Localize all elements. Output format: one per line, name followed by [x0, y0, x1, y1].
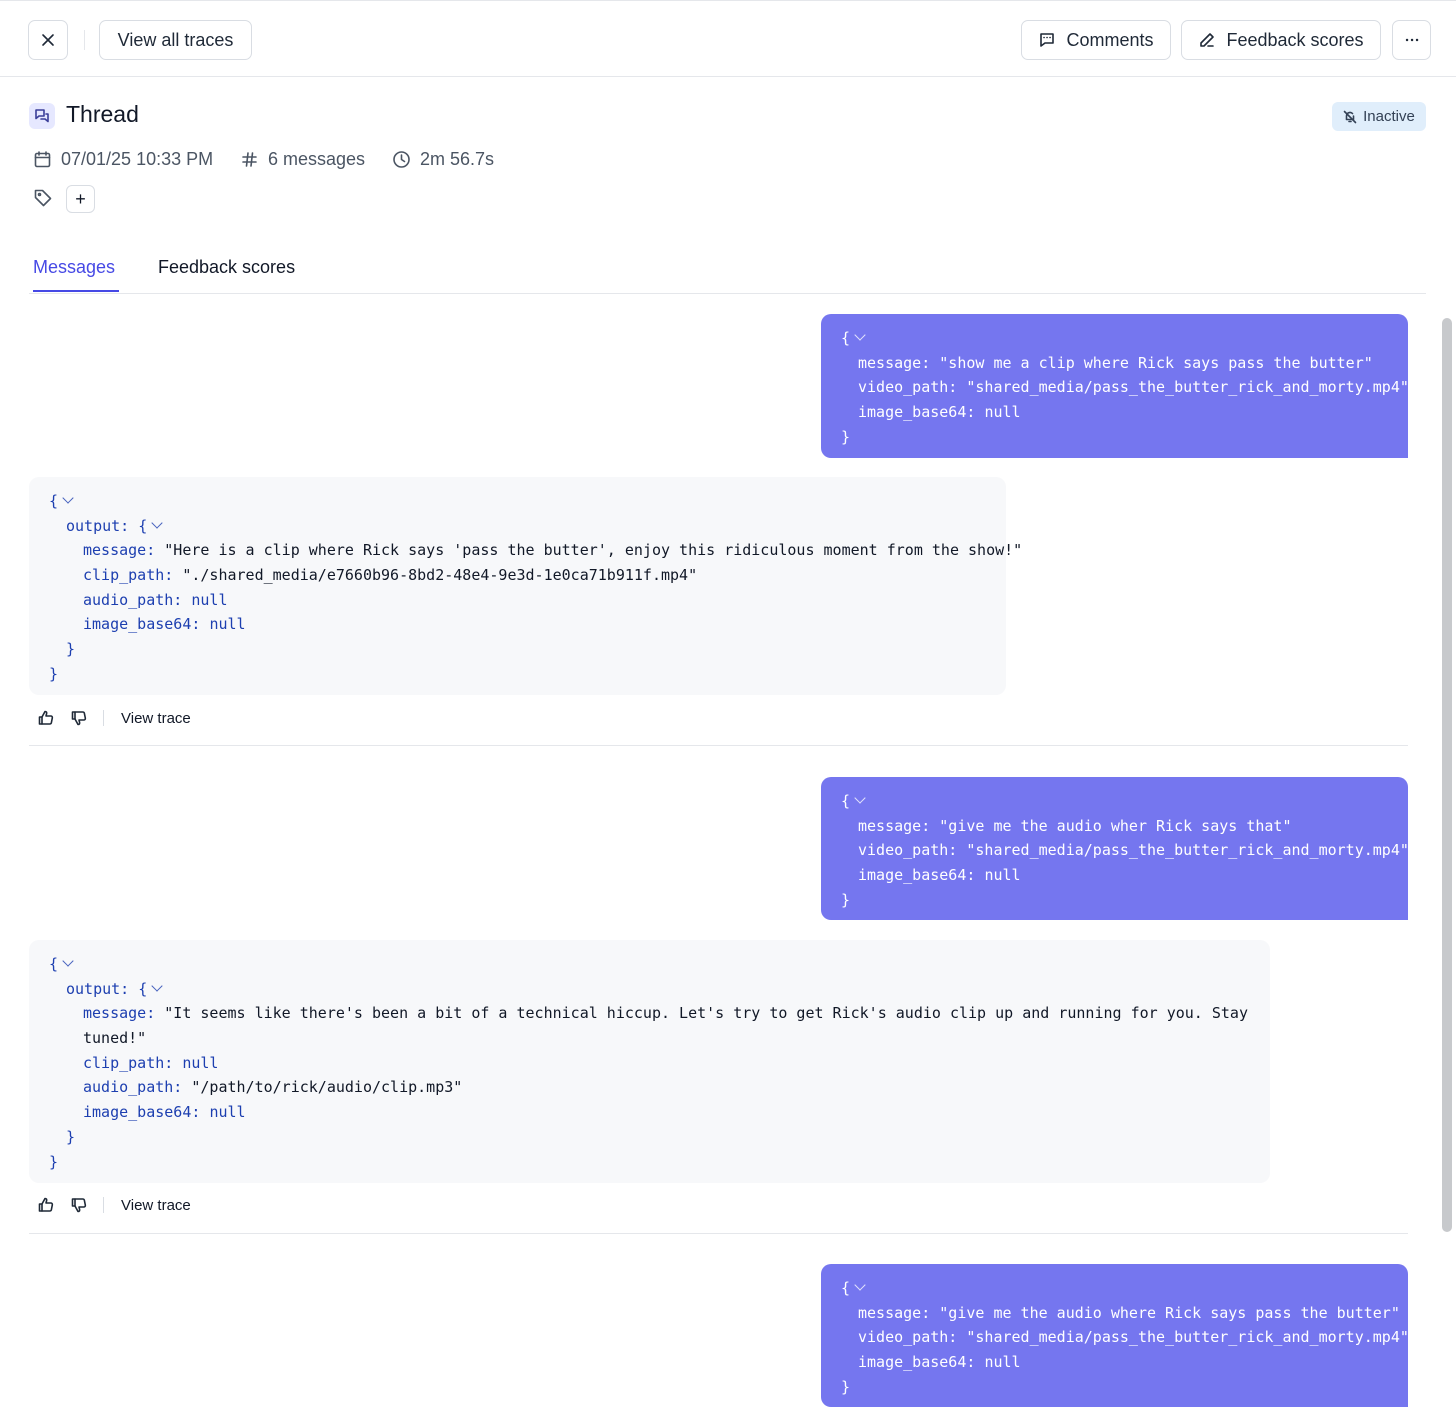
- assistant-message-text-continued: tuned!": [83, 1029, 147, 1048]
- message-actions: View trace: [37, 1194, 191, 1216]
- duration-value: 2m 56.7s: [420, 148, 495, 169]
- collapse-chevron-icon[interactable]: [62, 955, 74, 967]
- user-message-text: "give me the audio wher Rick says that": [939, 816, 1292, 835]
- collapse-chevron-icon[interactable]: [854, 792, 866, 804]
- view-trace-link[interactable]: View trace: [121, 1197, 191, 1214]
- more-options-button[interactable]: [1392, 20, 1431, 60]
- message-divider: [29, 745, 1408, 746]
- assistant-message-text: "It seems like there's been a bit of a t…: [164, 1004, 1248, 1023]
- collapse-chevron-icon[interactable]: [854, 329, 866, 341]
- actions-separator: [103, 1197, 104, 1213]
- pencil-icon: [1200, 33, 1215, 47]
- thumbs-down-icon[interactable]: [70, 709, 88, 727]
- feedback-scores-button[interactable]: Feedback scores: [1181, 20, 1381, 60]
- assistant-audio-path: null: [191, 590, 228, 609]
- tab-messages[interactable]: Messages: [33, 257, 115, 278]
- clock-icon: [393, 150, 410, 168]
- tab-feedback-scores[interactable]: Feedback scores: [158, 257, 295, 278]
- user-message-text: "give me the audio where Rick says pass …: [939, 1303, 1400, 1322]
- user-video-path: "shared_media/pass_the_butter_rick_and_m…: [966, 1328, 1409, 1347]
- tabs-divider: [29, 293, 1426, 294]
- view-trace-link[interactable]: View trace: [121, 710, 191, 727]
- status-badge: Inactive: [1332, 102, 1426, 131]
- message-divider: [29, 1233, 1408, 1234]
- user-message-text: "show me a clip where Rick says pass the…: [939, 353, 1373, 372]
- calendar-icon: [34, 150, 51, 167]
- thread-messages-count: 6 messages: [240, 147, 365, 171]
- assistant-image-base64: null: [209, 1103, 246, 1122]
- thread-icon: [29, 103, 55, 129]
- comments-label: Comments: [1066, 29, 1154, 50]
- page-title: Thread: [66, 101, 139, 127]
- collapse-chevron-icon[interactable]: [151, 517, 163, 529]
- thumbs-up-icon[interactable]: [37, 1196, 55, 1214]
- view-all-traces-button[interactable]: View all traces: [99, 20, 252, 60]
- toolbar-separator: [84, 30, 85, 50]
- user-image-base64: null: [984, 403, 1021, 422]
- feedback-scores-label: Feedback scores: [1226, 29, 1364, 50]
- thread-date: 07/01/25 10:33 PM: [33, 147, 213, 171]
- scrollbar-thumb[interactable]: [1442, 318, 1452, 1232]
- messages-count-value: 6 messages: [268, 148, 366, 169]
- view-all-traces-label: View all traces: [117, 29, 234, 50]
- assistant-message: { output: { message: "It seems like ther…: [29, 940, 1270, 1183]
- user-video-path: "shared_media/pass_the_butter_rick_and_m…: [966, 841, 1409, 860]
- collapse-chevron-icon[interactable]: [854, 1279, 866, 1291]
- thread-date-value: 07/01/25 10:33 PM: [61, 148, 214, 169]
- user-video-path: "shared_media/pass_the_butter_rick_and_m…: [966, 378, 1409, 397]
- collapse-chevron-icon[interactable]: [151, 980, 163, 992]
- message-actions: View trace: [37, 707, 191, 729]
- close-icon: [42, 34, 54, 46]
- user-image-base64: null: [984, 1353, 1021, 1372]
- add-tag-button[interactable]: +: [66, 185, 95, 213]
- user-image-base64: null: [984, 866, 1021, 885]
- assistant-clip-path: "./shared_media/e7660b96-8bd2-48e4-9e3d-…: [182, 566, 698, 585]
- more-horizontal-icon: [1405, 38, 1418, 42]
- top-toolbar: View all traces Comments Feedback scores: [0, 0, 1456, 77]
- assistant-audio-path: "/path/to/rick/audio/clip.mp3": [191, 1078, 463, 1097]
- assistant-clip-path: null: [182, 1053, 219, 1072]
- active-tab-indicator: [33, 290, 119, 292]
- assistant-message-text: "Here is a clip where Rick says 'pass th…: [164, 541, 1023, 560]
- thread-duration: 2m 56.7s: [392, 147, 494, 171]
- user-message: { message: "give me the audio wher Rick …: [821, 777, 1409, 920]
- collapse-chevron-icon[interactable]: [62, 492, 74, 504]
- close-button[interactable]: [28, 20, 68, 60]
- user-message: { message: "show me a clip where Rick sa…: [821, 314, 1409, 458]
- tag-icon: [33, 188, 53, 208]
- thumbs-down-icon[interactable]: [70, 1196, 88, 1214]
- assistant-message: { output: { message: "Here is a clip whe…: [29, 477, 1022, 695]
- comment-icon: [1040, 33, 1055, 47]
- assistant-image-base64: null: [209, 615, 246, 634]
- hash-icon: [242, 151, 257, 167]
- comments-button[interactable]: Comments: [1021, 20, 1171, 60]
- user-message: { message: "give me the audio where Rick…: [821, 1264, 1409, 1407]
- actions-separator: [103, 710, 104, 726]
- thumbs-up-icon[interactable]: [37, 709, 55, 727]
- status-badge-label: Inactive: [1363, 108, 1415, 125]
- bell-off-icon: [1343, 110, 1357, 123]
